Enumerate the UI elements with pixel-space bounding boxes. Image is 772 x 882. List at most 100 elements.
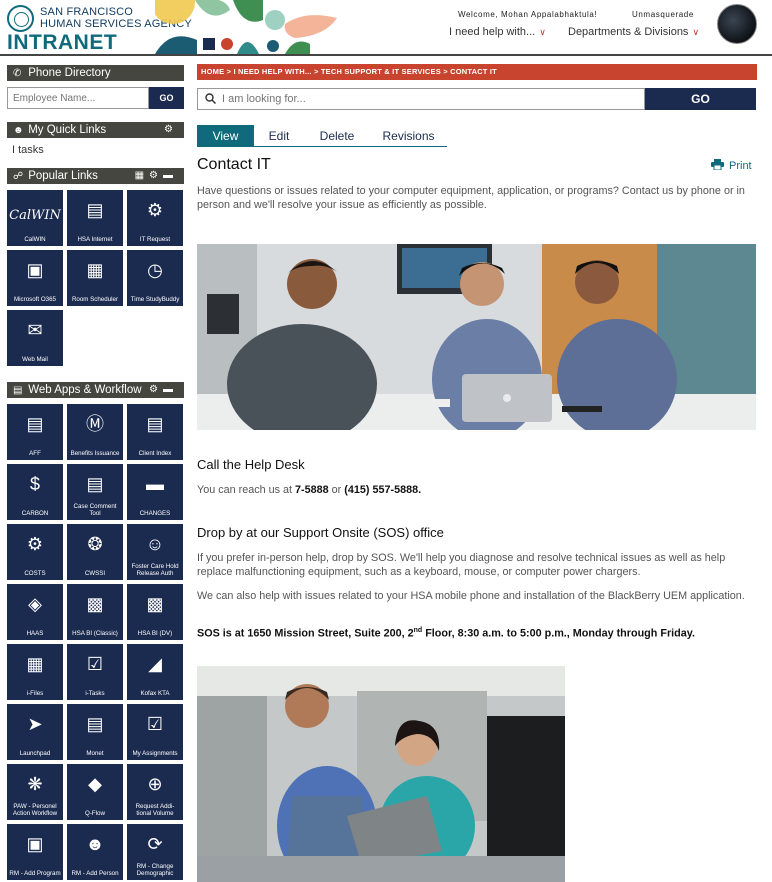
tile-label: Case Comment Tool	[73, 503, 117, 517]
tile-rm-add-person[interactable]: ☻ RM - Add Person	[67, 824, 123, 880]
web-apps-title: Web Apps & Workflow	[28, 384, 142, 396]
bar-chart-icon: ▩	[86, 594, 104, 614]
tile-label: Foster Care Hold Release Auth	[131, 563, 179, 577]
tile-label: IT Request	[139, 236, 171, 243]
employee-search-go-button[interactable]: GO	[149, 87, 184, 109]
tile-rm-add-program[interactable]: ▣ RM - Add Program	[7, 824, 63, 880]
help-desk-extension: 7-5888	[295, 484, 329, 496]
header-decoration	[155, 0, 337, 54]
tile-changes[interactable]: ▬ CHANGES	[127, 464, 183, 520]
tile-label: Microsoft O365	[14, 296, 56, 303]
help-desk-heading: Call the Help Desk	[197, 457, 305, 472]
tile-time-studybuddy[interactable]: ◷ Time StudyBuddy	[127, 250, 183, 306]
sos-office-illustration	[197, 666, 565, 882]
tile-label: RM - Change Demographic	[136, 863, 174, 877]
help-desk-phone: (415) 557-5888.	[344, 484, 422, 496]
tab-view[interactable]: View	[197, 125, 254, 147]
tile-it-request[interactable]: ⚙ IT Request	[127, 190, 183, 246]
tile-rm-change-demographic[interactable]: ⟳ RM - Change Demographic	[127, 824, 183, 880]
site-search-input[interactable]	[197, 88, 645, 110]
sos-heading: Drop by at our Support Onsite (SOS) offi…	[197, 525, 444, 540]
popular-links-title: Popular Links	[28, 170, 98, 182]
tile-hsa-bi-dv[interactable]: ▩ HSA BI (DV)	[127, 584, 183, 640]
tile-aff[interactable]: ▤ AFF	[7, 404, 63, 460]
tile-my-assignments[interactable]: ☑ My Assignments	[127, 704, 183, 760]
nav-help-menu[interactable]: I need help with... ∨	[449, 26, 546, 38]
tile-q-flow[interactable]: ◆ Q-Flow	[67, 764, 123, 820]
user-avatar[interactable]	[717, 4, 757, 44]
it-staff-illustration	[197, 244, 756, 430]
tile-kofax-kta[interactable]: ◢ Kofax KTA	[127, 644, 183, 700]
tile-i-tasks[interactable]: ☑ i-Tasks	[67, 644, 123, 700]
tile-costs[interactable]: ⚙ COSTS	[7, 524, 63, 580]
intranet-logo-text[interactable]: INTRANET	[7, 31, 117, 55]
sos-paragraph-1: If you prefer in-person help, drop by SO…	[197, 552, 726, 578]
web-apps-header: ▤ Web Apps & Workflow ⚙▬	[7, 382, 184, 398]
web-apps-tools[interactable]: ⚙▬	[149, 382, 178, 398]
link-icon: ☍	[13, 171, 24, 182]
help-desk-or: or	[328, 484, 345, 496]
employee-name-input[interactable]	[7, 87, 149, 109]
network-icon: ❂	[87, 534, 103, 554]
tile-calwin[interactable]: CalWIN CalWIN	[7, 190, 63, 246]
quick-link-item[interactable]: I tasks	[12, 144, 44, 156]
tile-label: COSTS	[24, 570, 46, 577]
sos-office-photo	[197, 666, 565, 882]
tile-microsoft-o365[interactable]: ▣ Microsoft O365	[7, 250, 63, 306]
calwin-logo-icon: CalWIN	[9, 208, 61, 223]
tile-label: Room Scheduler	[71, 296, 119, 303]
tile-client-index[interactable]: ▤ Client Index	[127, 404, 183, 460]
help-desk-pre: You can reach us at	[197, 484, 296, 496]
tile-carbon[interactable]: $ CARBON	[7, 464, 63, 520]
tile-label: Benefits Issuance	[70, 450, 120, 457]
site-search-go-button[interactable]: GO	[645, 88, 756, 110]
intro-paragraph: Have questions or issues related to your…	[197, 185, 745, 211]
tile-request-volume[interactable]: ⊕ Request Addi- tional Volume	[127, 764, 183, 820]
popular-links-tools[interactable]: ▦⚙▬	[135, 168, 178, 184]
breadcrumb[interactable]: HOME > I NEED HELP WITH... > TECH SUPPOR…	[197, 64, 757, 80]
help-desk-text: You can reach us at 7-5888 or (415) 557-…	[197, 483, 757, 497]
tile-label: CARBON	[21, 510, 49, 517]
search-icon	[205, 93, 216, 104]
unmasquerade-link[interactable]: Unmasquerade	[632, 10, 694, 19]
nav-departments-label: Departments & Divisions	[568, 26, 689, 38]
monitor-doc-icon: ▤	[86, 714, 104, 734]
calendar-clock-icon: ▦	[86, 260, 104, 280]
chevron-down-icon: ∨	[539, 27, 546, 37]
sos-address-pre: SOS is at 1650 Mission Street, Suite 200…	[197, 627, 414, 640]
tile-i-files[interactable]: ▦ i-Files	[7, 644, 63, 700]
logo-line-1[interactable]: SAN FRANCISCO	[40, 6, 133, 18]
nav-departments-menu[interactable]: Departments & Divisions ∨	[568, 26, 699, 38]
tile-monet[interactable]: ▤ Monet	[67, 704, 123, 760]
clipboard-check-icon: ☑	[86, 654, 104, 674]
tile-label: HSA Internet	[77, 236, 113, 243]
tab-revisions[interactable]: Revisions	[370, 125, 447, 147]
tile-label: RM - Add Person	[71, 870, 119, 877]
tile-paw[interactable]: ❋ PAW - Personel Action Workflow	[7, 764, 63, 820]
tile-label: My Assignments	[132, 750, 178, 757]
welcome-text: Welcome, Mohan Appalabhaktula!	[458, 10, 598, 19]
tile-launchpad[interactable]: ➤ Launchpad	[7, 704, 63, 760]
phone-icon: ✆	[13, 68, 22, 79]
browser-icon: ▤	[86, 200, 104, 220]
scanner-icon: ◢	[148, 654, 162, 674]
tile-label: PAW - Personel Action Workflow	[12, 803, 58, 817]
tile-haas[interactable]: ◈ HAAS	[7, 584, 63, 640]
tile-case-comment-tool[interactable]: ▤ Case Comment Tool	[67, 464, 123, 520]
tile-label: CalWIN	[24, 236, 46, 243]
tile-hsa-internet[interactable]: ▤ HSA Internet	[67, 190, 123, 246]
tile-label: CWSSI	[84, 570, 106, 577]
tile-hsa-bi-classic[interactable]: ▩ HSA BI (Classic)	[67, 584, 123, 640]
tile-room-scheduler[interactable]: ▦ Room Scheduler	[67, 250, 123, 306]
nav-help-label: I need help with...	[449, 26, 536, 38]
agency-seal-logo[interactable]	[7, 5, 34, 32]
paw-icon: ❋	[27, 774, 43, 794]
tab-delete[interactable]: Delete	[304, 125, 370, 147]
tab-edit[interactable]: Edit	[254, 125, 304, 147]
tile-web-mail[interactable]: ✉ Web Mail	[7, 310, 63, 366]
tile-foster-care[interactable]: ☺ Foster Care Hold Release Auth	[127, 524, 183, 580]
tile-cwssi[interactable]: ❂ CWSSI	[67, 524, 123, 580]
gear-icon[interactable]: ⚙	[164, 122, 178, 138]
print-button[interactable]: Print	[711, 159, 752, 172]
tile-benefits-issuance[interactable]: Ⓜ Benefits Issuance	[67, 404, 123, 460]
